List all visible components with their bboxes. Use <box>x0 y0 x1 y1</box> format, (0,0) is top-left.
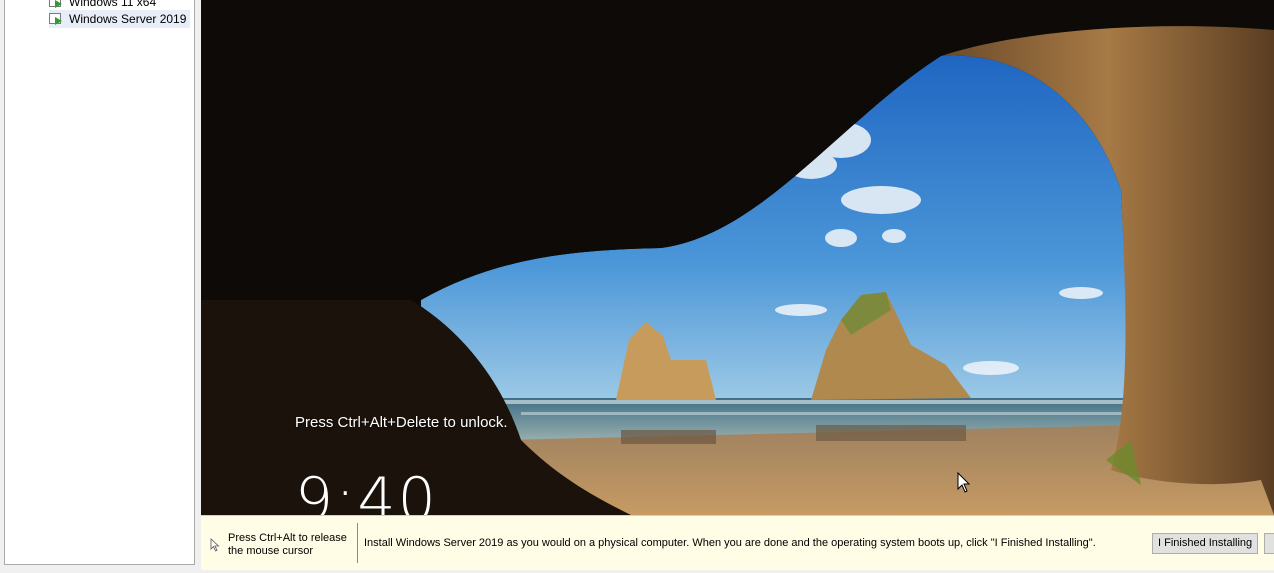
finished-installing-button[interactable]: I Finished Installing <box>1152 533 1259 554</box>
vm-item-windows-server-2019[interactable]: Windows Server 2019 <box>49 10 191 28</box>
mouse-pointer-icon <box>957 472 971 493</box>
install-hint-bar: Press Ctrl+Alt to release the mouse curs… <box>201 515 1274 570</box>
divider <box>357 523 358 563</box>
lock-screen-clock: 9:40 <box>295 465 438 515</box>
lock-screen-wallpaper <box>201 0 1274 515</box>
release-cursor-hint: Press Ctrl+Alt to release the mouse curs… <box>228 532 347 557</box>
vm-library-panel: Windows 11 x64 Windows Server 2019 <box>4 0 195 565</box>
help-button[interactable] <box>1264 533 1274 554</box>
vm-item-label: Windows 11 x64 <box>69 0 157 9</box>
lock-screen-hint: Press Ctrl+Alt+Delete to unlock. <box>295 414 508 431</box>
vm-console-screen[interactable]: Press Ctrl+Alt+Delete to unlock. 9:40 <box>201 0 1274 515</box>
vm-icon <box>49 0 63 8</box>
vm-item-label: Windows Server 2019 <box>69 12 187 26</box>
mouse-cursor-icon <box>210 538 220 552</box>
install-instructions: Install Windows Server 2019 as you would… <box>364 537 1096 549</box>
vm-icon <box>49 13 63 25</box>
